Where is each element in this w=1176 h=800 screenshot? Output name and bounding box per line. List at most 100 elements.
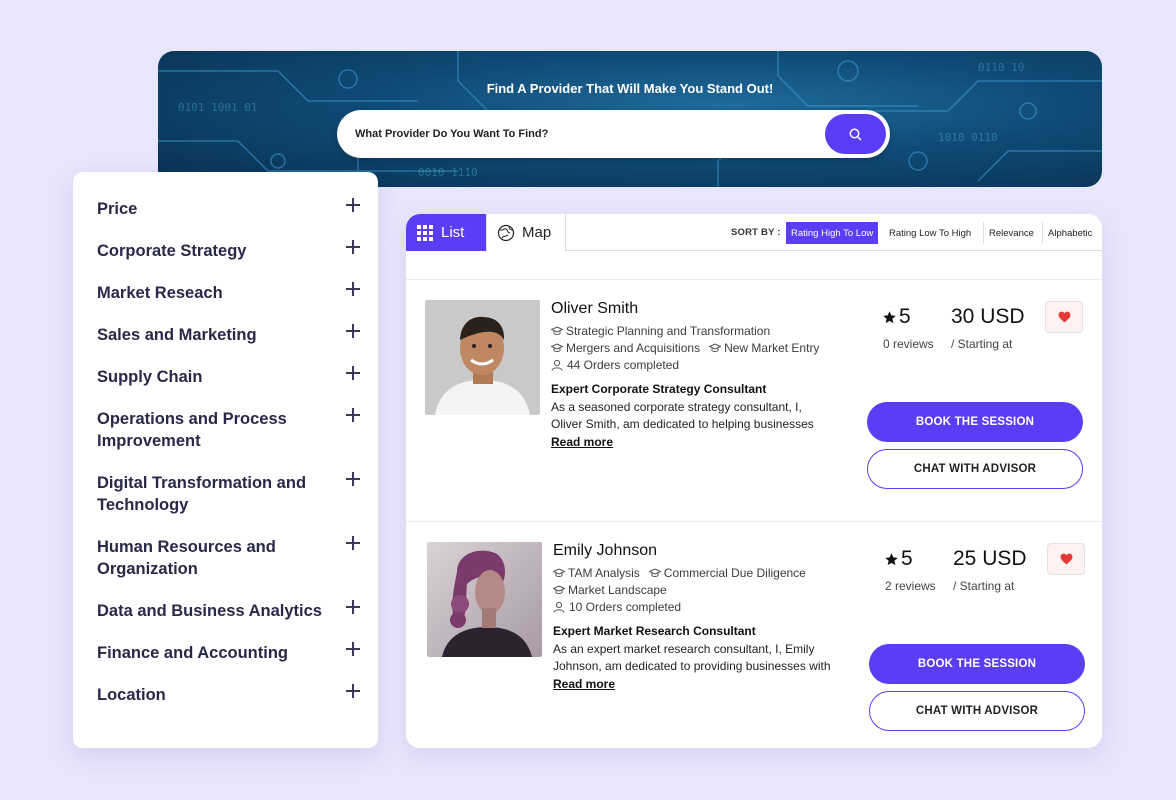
- plus-icon[interactable]: [344, 640, 362, 658]
- svg-text:0010 1110: 0010 1110: [418, 166, 478, 179]
- star-icon: [883, 310, 896, 323]
- filter-label: Corporate Strategy: [97, 242, 247, 260]
- provider-description: As an expert market research consultant,…: [553, 642, 831, 673]
- filter-market-research[interactable]: Market Reseach: [97, 282, 362, 304]
- review-count: 2 reviews: [885, 579, 936, 593]
- provider-tags: Mergers and Acquisitions New Market Entr…: [551, 341, 824, 355]
- filter-location[interactable]: Location: [97, 684, 362, 706]
- hero-title: Find A Provider That Will Make You Stand…: [486, 81, 774, 96]
- tab-list-label: List: [441, 224, 465, 241]
- tag-item: New Market Entry: [709, 341, 819, 355]
- svg-text:0101 1001 01: 0101 1001 01: [178, 101, 257, 114]
- search-button[interactable]: [825, 114, 886, 154]
- provider-card: Emily Johnson TAM Analysis Commercial Du…: [406, 521, 1102, 748]
- filter-label: Human Resources and Organization: [97, 538, 276, 578]
- filter-label: Operations and Process Improvement: [97, 410, 287, 450]
- filter-corporate-strategy[interactable]: Corporate Strategy: [97, 240, 362, 262]
- filter-supply-chain[interactable]: Supply Chain: [97, 366, 362, 388]
- price-suffix: / Starting at: [953, 579, 1015, 593]
- orders-completed: 44 Orders completed: [551, 358, 679, 372]
- provider-price: 30 USD: [951, 305, 1025, 328]
- filter-panel: Price Corporate Strategy Market Reseach …: [73, 172, 378, 748]
- plus-icon[interactable]: [344, 238, 362, 256]
- price-suffix: / Starting at: [951, 337, 1013, 351]
- chat-advisor-button[interactable]: CHAT WITH ADVISOR: [869, 691, 1085, 731]
- plus-icon[interactable]: [344, 196, 362, 214]
- sort-rating-low-high[interactable]: Rating Low To High: [884, 222, 976, 244]
- filter-label: Sales and Marketing: [97, 326, 257, 344]
- sort-alphabetic[interactable]: Alphabetic: [1042, 222, 1097, 244]
- sort-relevance[interactable]: Relevance: [983, 222, 1039, 244]
- results-panel: List Map SORT BY : Rating High To Low Ra…: [406, 214, 1102, 748]
- tab-map-label: Map: [522, 224, 552, 241]
- search-input[interactable]: [355, 128, 825, 140]
- tag-item: Strategic Planning and Transformation: [551, 324, 770, 338]
- filter-label: Price: [97, 200, 138, 218]
- chat-advisor-button[interactable]: CHAT WITH ADVISOR: [867, 449, 1083, 489]
- svg-text:0110 10: 0110 10: [978, 61, 1024, 74]
- orders-completed: 10 Orders completed: [553, 600, 681, 614]
- graduation-cap-icon: [551, 343, 563, 352]
- heart-icon: [1060, 553, 1072, 565]
- filter-label: Digital Transformation and Technology: [97, 474, 307, 514]
- filter-label: Market Reseach: [97, 284, 223, 302]
- filter-label: Supply Chain: [97, 368, 203, 386]
- filter-digital-transformation[interactable]: Digital Transformation and Technology: [97, 472, 362, 516]
- provider-headline: Expert Corporate Strategy Consultant: [551, 382, 767, 396]
- tag-item: Market Landscape: [553, 583, 667, 597]
- filter-label: Data and Business Analytics: [97, 602, 322, 620]
- filter-sales-marketing[interactable]: Sales and Marketing: [97, 324, 362, 346]
- search-icon: [849, 128, 862, 141]
- plus-icon[interactable]: [344, 682, 362, 700]
- plus-icon[interactable]: [344, 470, 362, 488]
- filter-label: Finance and Accounting: [97, 644, 288, 662]
- provider-name[interactable]: Oliver Smith: [551, 300, 638, 318]
- plus-icon[interactable]: [344, 534, 362, 552]
- plus-icon[interactable]: [344, 406, 362, 424]
- plus-icon[interactable]: [344, 322, 362, 340]
- filter-operations[interactable]: Operations and Process Improvement: [97, 408, 362, 452]
- provider-photo: [427, 542, 542, 657]
- read-more-link[interactable]: Read more: [553, 677, 615, 691]
- book-session-button[interactable]: BOOK THE SESSION: [867, 402, 1083, 442]
- provider-name[interactable]: Emily Johnson: [553, 542, 657, 560]
- tab-list[interactable]: List: [406, 214, 486, 251]
- svg-text:1010 0110: 1010 0110: [938, 131, 998, 144]
- provider-tags: Strategic Planning and Transformation: [551, 324, 775, 338]
- filter-label: Location: [97, 686, 166, 704]
- plus-icon[interactable]: [344, 598, 362, 616]
- graduation-cap-icon: [553, 568, 565, 577]
- filter-human-resources[interactable]: Human Resources and Organization: [97, 536, 362, 580]
- provider-tags: Market Landscape: [553, 583, 672, 597]
- provider-description: As a seasoned corporate strategy consult…: [551, 400, 814, 431]
- provider-price: 25 USD: [953, 547, 1027, 570]
- tab-map[interactable]: Map: [486, 214, 566, 251]
- filter-price[interactable]: Price: [97, 198, 362, 220]
- provider-tags: TAM Analysis Commercial Due Diligence: [553, 566, 811, 580]
- provider-rating: 5: [882, 305, 911, 329]
- provider-rating: 5: [884, 547, 913, 571]
- graduation-cap-icon: [709, 343, 722, 352]
- heart-icon: [1058, 311, 1070, 323]
- user-icon: [553, 601, 565, 613]
- sort-rating-high-low[interactable]: Rating High To Low: [786, 222, 879, 244]
- tag-item: TAM Analysis: [553, 566, 640, 580]
- favorite-button[interactable]: [1045, 301, 1083, 333]
- plus-icon[interactable]: [344, 280, 362, 298]
- provider-photo: [425, 300, 540, 415]
- graduation-cap-icon: [553, 585, 565, 594]
- tag-item: Mergers and Acquisitions: [551, 341, 700, 355]
- read-more-link[interactable]: Read more: [551, 435, 613, 449]
- provider-card: Oliver Smith Strategic Planning and Tran…: [406, 279, 1102, 521]
- filter-data-analytics[interactable]: Data and Business Analytics: [97, 600, 362, 622]
- plus-icon[interactable]: [344, 364, 362, 382]
- search-bar: [337, 110, 890, 158]
- graduation-cap-icon: [648, 568, 661, 577]
- filter-finance[interactable]: Finance and Accounting: [97, 642, 362, 664]
- tag-item: Commercial Due Diligence: [648, 566, 806, 580]
- star-icon: [885, 552, 898, 565]
- favorite-button[interactable]: [1047, 543, 1085, 575]
- book-session-button[interactable]: BOOK THE SESSION: [869, 644, 1085, 684]
- provider-headline: Expert Market Research Consultant: [553, 624, 756, 638]
- review-count: 0 reviews: [883, 337, 934, 351]
